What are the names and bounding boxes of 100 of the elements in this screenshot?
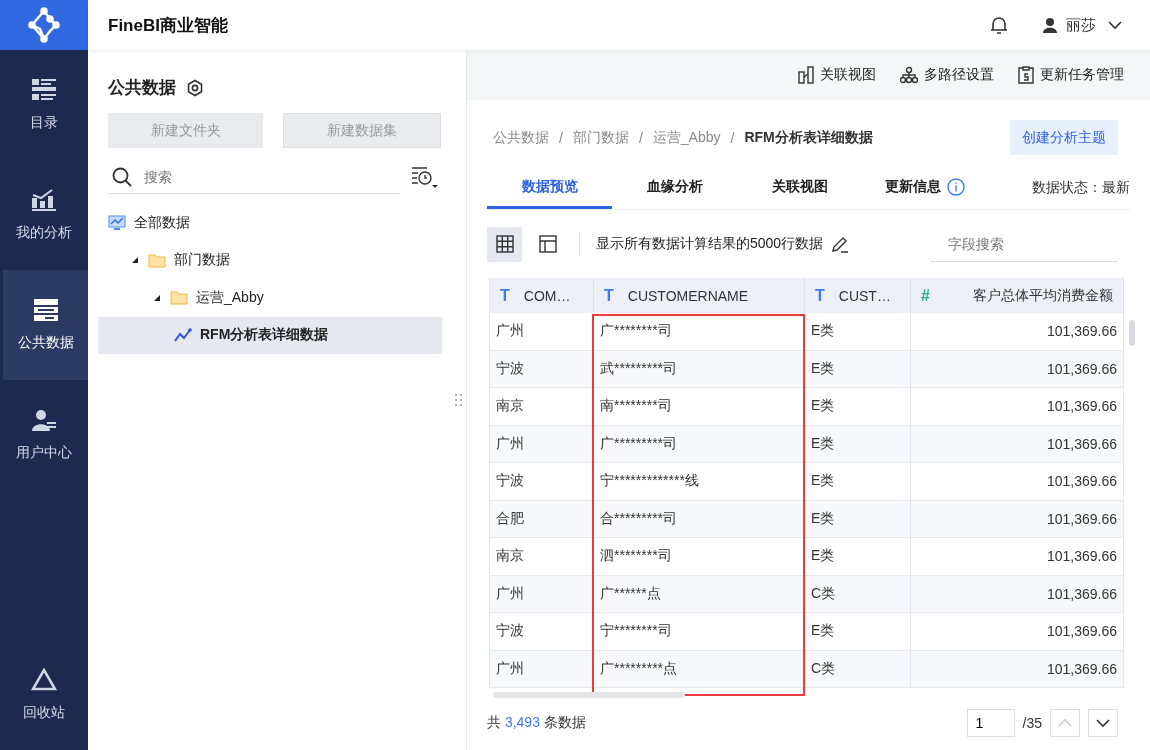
column-header[interactable]: CUST… xyxy=(832,287,900,304)
next-page-button[interactable] xyxy=(1088,709,1118,737)
toolbar-button[interactable]: 关联视图 xyxy=(798,66,876,84)
settings-icon[interactable] xyxy=(186,78,204,97)
page-number-field[interactable]: 1 xyxy=(966,709,1015,737)
grid-view-button[interactable] xyxy=(487,226,522,262)
table-cell: 南********司 xyxy=(594,388,805,425)
table-cell: 宁********司 xyxy=(594,613,805,650)
column-header[interactable]: COM… xyxy=(517,287,583,304)
table-cell: 101,369.66 xyxy=(911,388,1124,425)
tree-item[interactable]: 部门数据 xyxy=(98,241,442,279)
search-field[interactable]: 搜索 xyxy=(142,160,346,193)
table-cell: E类 xyxy=(805,500,911,537)
caret-icon[interactable] xyxy=(130,256,140,265)
caret-icon[interactable] xyxy=(152,293,162,302)
table-cell: 南京 xyxy=(490,538,594,575)
breadcrumb-item[interactable]: 运营_Abby xyxy=(652,128,721,147)
record-count: 共 3,493 条数据 xyxy=(487,714,586,732)
table-cell: E类 xyxy=(805,388,911,425)
table-cell: 101,369.66 xyxy=(911,463,1124,500)
monitor-icon xyxy=(108,214,126,231)
table-cell: E类 xyxy=(805,425,911,462)
nav-item[interactable]: 目录 xyxy=(0,50,88,160)
table-cell: 广州 xyxy=(490,425,594,462)
create-analysis-button[interactable]: 创建分析主题 xyxy=(1010,120,1118,155)
scrollbar[interactable] xyxy=(1129,320,1135,346)
table-cell: 合肥 xyxy=(490,500,594,537)
table-cell: 101,369.66 xyxy=(911,650,1124,687)
bell-icon[interactable] xyxy=(990,15,1008,35)
field-type-icon: # xyxy=(921,286,930,305)
relation-icon[interactable] xyxy=(798,66,814,84)
scrollbar[interactable] xyxy=(493,692,685,698)
table-cell: E类 xyxy=(805,538,911,575)
layout-icon[interactable] xyxy=(538,235,557,253)
table-cell: 广********司 xyxy=(594,313,805,350)
app-title: FineBI商业智能 xyxy=(108,14,229,37)
tab[interactable]: 数据预览 xyxy=(487,167,612,209)
table-cell: 广州 xyxy=(490,575,594,612)
breadcrumb-item[interactable]: 部门数据 xyxy=(572,128,629,147)
breadcrumb-separator: / xyxy=(559,129,563,146)
line-chart-icon xyxy=(174,327,192,343)
clipboard-icon[interactable] xyxy=(1018,66,1034,84)
table-cell: 宁波 xyxy=(490,613,594,650)
breadcrumb-separator: / xyxy=(638,129,643,146)
table-cell: 宁*************线 xyxy=(594,463,805,500)
logo-icon[interactable] xyxy=(0,0,88,50)
column-header[interactable]: CUSTOMERNAME xyxy=(621,287,794,304)
table-cell: 广*********点 xyxy=(594,650,805,687)
field-type-icon: T xyxy=(604,286,614,305)
table-cell: 广******点 xyxy=(594,575,805,612)
tree-item[interactable]: 全部数据 xyxy=(98,204,442,242)
tab[interactable]: 更新信息 xyxy=(862,167,987,209)
tree-item[interactable]: 运营_Abby xyxy=(98,279,442,317)
table-cell: 南京 xyxy=(490,388,594,425)
table-cell: 广*********司 xyxy=(594,425,805,462)
field-type-icon: T xyxy=(815,286,825,305)
grid-icon[interactable] xyxy=(495,235,514,253)
breadcrumb-item[interactable]: 公共数据 xyxy=(493,128,549,147)
page-total: /35 xyxy=(1022,715,1042,731)
user-icon[interactable] xyxy=(31,408,57,432)
table-cell: E类 xyxy=(805,313,911,350)
table-cell: 广州 xyxy=(490,650,594,687)
table-cell: 广州 xyxy=(490,313,594,350)
stacked-bars-icon[interactable] xyxy=(32,298,59,322)
nav-item[interactable]: 公共数据 xyxy=(3,270,88,380)
toolbar-button[interactable]: 更新任务管理 xyxy=(1018,66,1124,84)
nav-item[interactable]: 回收站 xyxy=(0,640,88,750)
column-header[interactable]: 客户总体平均消费金额 xyxy=(937,286,1113,305)
table-cell: C类 xyxy=(805,650,911,687)
table-cell: 宁波 xyxy=(490,350,594,387)
info-icon[interactable] xyxy=(946,177,965,196)
nav-item[interactable]: 用户中心 xyxy=(0,380,88,490)
table-cell: 泗********司 xyxy=(594,538,805,575)
history-filter-icon[interactable] xyxy=(410,165,438,189)
nav-item[interactable]: 我的分析 xyxy=(0,160,88,270)
tree-item[interactable]: RFM分析表详细数据 xyxy=(98,316,442,354)
table-cell: 武*********司 xyxy=(594,350,805,387)
field-search-field[interactable]: 字段搜索 xyxy=(946,227,1131,260)
triangle-icon[interactable] xyxy=(31,668,57,692)
table-cell: 合*********司 xyxy=(594,500,805,537)
chevron-down-icon[interactable] xyxy=(1096,718,1110,728)
table-cell: 宁波 xyxy=(490,463,594,500)
chevron-down-icon[interactable] xyxy=(1108,20,1122,30)
search-icon[interactable] xyxy=(112,166,132,187)
table-cell: E类 xyxy=(805,350,911,387)
tab[interactable]: 关联视图 xyxy=(737,167,862,209)
user-name[interactable]: 丽莎 xyxy=(1066,15,1096,35)
edit-icon[interactable] xyxy=(831,235,850,253)
list-icon[interactable] xyxy=(31,78,57,102)
panel-title: 公共数据 xyxy=(108,77,176,99)
tab[interactable]: 血缘分析 xyxy=(612,167,737,209)
table-cell: 101,369.66 xyxy=(911,538,1124,575)
breadcrumb-separator: / xyxy=(730,129,735,146)
table-cell: 101,369.66 xyxy=(911,425,1124,462)
user-icon[interactable] xyxy=(1042,17,1058,33)
hierarchy-icon[interactable] xyxy=(900,66,918,84)
toolbar-button[interactable]: 多路径设置 xyxy=(900,66,994,84)
table-cell: 101,369.66 xyxy=(911,575,1124,612)
table-cell: E类 xyxy=(805,463,911,500)
bar-chart-icon[interactable] xyxy=(31,188,57,212)
